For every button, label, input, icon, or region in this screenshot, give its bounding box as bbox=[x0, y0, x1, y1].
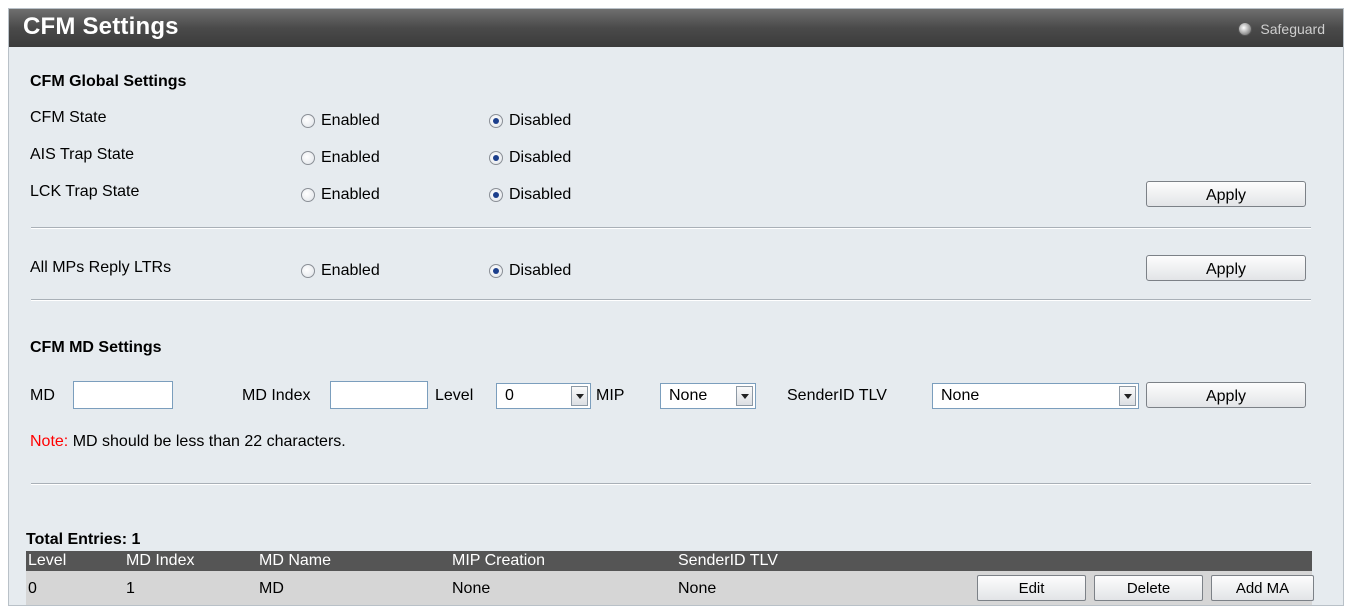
radio-label: Disabled bbox=[509, 149, 572, 166]
add-ma-button[interactable]: Add MA bbox=[1211, 575, 1314, 601]
title-bar: CFM Settings Safeguard bbox=[9, 9, 1343, 47]
radio-label: Enabled bbox=[321, 186, 380, 203]
radio-icon bbox=[301, 264, 315, 278]
md-index-label: MD Index bbox=[242, 387, 311, 404]
safeguard-label: Safeguard bbox=[1260, 21, 1325, 37]
md-input[interactable] bbox=[73, 381, 173, 409]
global-apply-button[interactable]: Apply bbox=[1146, 181, 1306, 207]
md-index-input[interactable] bbox=[330, 381, 428, 409]
radio-icon bbox=[301, 114, 315, 128]
radio-icon bbox=[301, 151, 315, 165]
radio-label: Disabled bbox=[509, 186, 572, 203]
level-select-value: 0 bbox=[505, 387, 514, 404]
chevron-down-icon bbox=[736, 386, 753, 406]
radio-checked-icon bbox=[489, 114, 503, 128]
lck-trap-disabled-radio[interactable]: Disabled bbox=[489, 186, 571, 204]
md-apply-button[interactable]: Apply bbox=[1146, 382, 1306, 408]
md-label: MD bbox=[30, 387, 55, 404]
ais-trap-enabled-radio[interactable]: Enabled bbox=[301, 149, 380, 167]
cell-md-name: MD bbox=[259, 580, 284, 597]
ais-trap-state-label: AIS Trap State bbox=[30, 146, 135, 163]
column-header-md-index: MD Index bbox=[126, 552, 195, 569]
level-label: Level bbox=[435, 387, 474, 404]
mip-label: MIP bbox=[596, 387, 625, 404]
safeguard-indicator[interactable]: Safeguard bbox=[1238, 21, 1325, 37]
safeguard-icon bbox=[1238, 22, 1253, 36]
ltr-disabled-radio[interactable]: Disabled bbox=[489, 262, 571, 280]
cfm-state-disabled-radio[interactable]: Disabled bbox=[489, 112, 571, 130]
cell-level: 0 bbox=[28, 580, 37, 597]
radio-label: Enabled bbox=[321, 262, 380, 279]
ltr-apply-button[interactable]: Apply bbox=[1146, 255, 1306, 281]
table-row: 0 1 MD None None Edit Delete Add MA bbox=[26, 571, 1314, 605]
radio-label: Disabled bbox=[509, 262, 572, 279]
radio-icon bbox=[301, 188, 315, 202]
note-prefix: Note: bbox=[30, 433, 69, 450]
senderid-tlv-select-value: None bbox=[941, 387, 980, 404]
radio-checked-icon bbox=[489, 151, 503, 165]
cell-md-index: 1 bbox=[126, 580, 135, 597]
all-mps-reply-ltrs-label: All MPs Reply LTRs bbox=[30, 259, 172, 276]
chevron-down-icon bbox=[1119, 386, 1136, 406]
level-select[interactable]: 0 bbox=[496, 383, 591, 409]
radio-checked-icon bbox=[489, 188, 503, 202]
divider bbox=[31, 227, 1311, 229]
column-header-md-name: MD Name bbox=[259, 552, 332, 569]
radio-label: Enabled bbox=[321, 112, 380, 129]
radio-label: Disabled bbox=[509, 112, 572, 129]
mip-select-value: None bbox=[669, 387, 708, 404]
global-settings-title: CFM Global Settings bbox=[30, 73, 187, 90]
column-header-senderid-tlv: SenderID TLV bbox=[678, 552, 778, 569]
note-text: MD should be less than 22 characters. bbox=[68, 433, 346, 450]
radio-label: Enabled bbox=[321, 149, 380, 166]
chevron-down-icon bbox=[571, 386, 588, 406]
lck-trap-enabled-radio[interactable]: Enabled bbox=[301, 186, 380, 204]
divider bbox=[31, 483, 1311, 485]
cell-mip-creation: None bbox=[452, 580, 491, 597]
cell-senderid-tlv: None bbox=[678, 580, 717, 597]
lck-trap-state-label: LCK Trap State bbox=[30, 183, 140, 200]
senderid-tlv-label: SenderID TLV bbox=[787, 387, 887, 404]
senderid-tlv-select[interactable]: None bbox=[932, 383, 1139, 409]
cfm-state-enabled-radio[interactable]: Enabled bbox=[301, 112, 380, 130]
ais-trap-disabled-radio[interactable]: Disabled bbox=[489, 149, 571, 167]
edit-button[interactable]: Edit bbox=[977, 575, 1086, 601]
cfm-state-label: CFM State bbox=[30, 109, 107, 126]
column-header-mip-creation: MIP Creation bbox=[452, 552, 546, 569]
md-settings-title: CFM MD Settings bbox=[30, 339, 162, 356]
cfm-settings-panel: CFM Settings Safeguard CFM Global Settin… bbox=[8, 8, 1344, 606]
ltr-enabled-radio[interactable]: Enabled bbox=[301, 262, 380, 280]
radio-checked-icon bbox=[489, 264, 503, 278]
table-header: Level MD Index MD Name MIP Creation Send… bbox=[26, 551, 1312, 571]
md-note: Note: MD should be less than 22 characte… bbox=[30, 433, 346, 451]
mip-select[interactable]: None bbox=[660, 383, 756, 409]
column-header-level: Level bbox=[28, 552, 67, 569]
total-entries: Total Entries: 1 bbox=[26, 531, 141, 548]
delete-button[interactable]: Delete bbox=[1094, 575, 1203, 601]
divider bbox=[31, 299, 1311, 301]
page-title: CFM Settings bbox=[23, 13, 179, 40]
